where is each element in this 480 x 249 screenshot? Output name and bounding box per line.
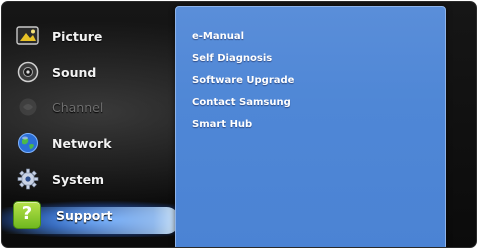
submenu-item-smart-hub[interactable]: Smart Hub bbox=[192, 119, 252, 130]
submenu-item-software-upgrade[interactable]: Software Upgrade bbox=[192, 75, 294, 86]
menu-item-label: Picture bbox=[52, 28, 103, 44]
support-submenu-panel: e-Manual Self Diagnosis Software Upgrade… bbox=[175, 6, 446, 247]
menu-item-picture[interactable]: Picture bbox=[16, 20, 184, 52]
submenu-item-contact-samsung[interactable]: Contact Samsung bbox=[192, 97, 291, 108]
menu-item-label: Sound bbox=[52, 64, 97, 80]
menu-item-support[interactable]: ? Support bbox=[12, 199, 180, 231]
support-question-icon: ? bbox=[12, 201, 42, 229]
system-gear-icon bbox=[16, 167, 40, 191]
menu-item-system[interactable]: System bbox=[16, 163, 184, 195]
tv-menu-screen: Picture Sound Channel Network System ? S… bbox=[1, 1, 477, 248]
channel-icon bbox=[16, 95, 40, 119]
menu-item-channel: Channel bbox=[16, 91, 184, 123]
main-menu: Picture Sound Channel Network System ? S… bbox=[2, 2, 182, 247]
menu-item-label: Support bbox=[56, 207, 113, 223]
menu-item-sound[interactable]: Sound bbox=[16, 56, 184, 88]
submenu-item-e-manual[interactable]: e-Manual bbox=[192, 31, 244, 42]
menu-item-label: System bbox=[52, 171, 105, 187]
submenu-item-self-diagnosis[interactable]: Self Diagnosis bbox=[192, 53, 272, 64]
menu-item-label: Channel bbox=[52, 99, 104, 115]
network-globe-icon bbox=[16, 131, 40, 155]
picture-icon bbox=[16, 24, 40, 48]
sound-icon bbox=[16, 60, 40, 84]
menu-item-network[interactable]: Network bbox=[16, 127, 184, 159]
menu-item-label: Network bbox=[52, 135, 112, 151]
